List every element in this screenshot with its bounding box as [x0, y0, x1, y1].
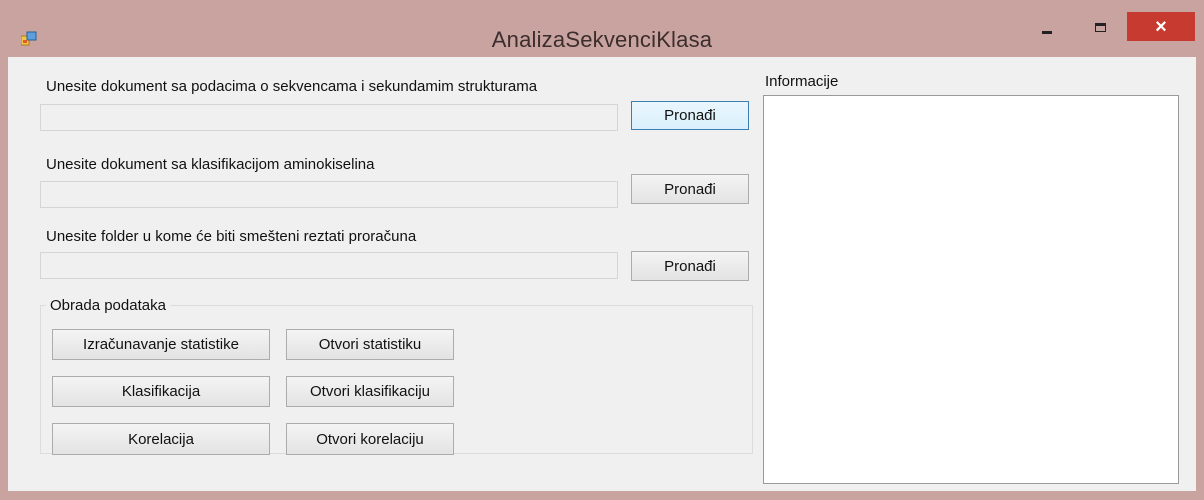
minimize-button[interactable]	[1029, 12, 1065, 42]
classification-file-input[interactable]	[40, 181, 618, 208]
classification-file-label: Unesite dokument sa klasifikacijom amino…	[46, 156, 375, 173]
open-statistics-button[interactable]: Otvori statistiku	[286, 329, 454, 360]
browse-folder-button[interactable]: Pronađi	[631, 251, 749, 281]
title-bar[interactable]: AnalizaSekvenciKlasa ×	[0, 0, 1204, 58]
browse-sequence-button[interactable]: Pronađi	[631, 101, 749, 130]
app-window: AnalizaSekvenciKlasa × Unesite dokument …	[0, 0, 1204, 500]
minimize-icon	[1042, 30, 1052, 34]
form-client-area: Unesite dokument sa podacima o sekvencam…	[8, 57, 1196, 491]
open-correlation-button[interactable]: Otvori korelaciju	[286, 423, 454, 455]
close-icon: ×	[1155, 15, 1167, 38]
window-title: AnalizaSekvenciKlasa	[491, 27, 713, 52]
results-folder-input[interactable]	[40, 252, 618, 279]
browse-classification-button[interactable]: Pronađi	[631, 174, 749, 204]
correlation-button[interactable]: Korelacija	[52, 423, 270, 455]
sequence-file-input[interactable]	[40, 104, 618, 131]
maximize-icon	[1094, 22, 1106, 32]
processing-groupbox-title: Obrada podataka	[46, 297, 170, 314]
sequence-file-label: Unesite dokument sa podacima o sekvencam…	[46, 78, 538, 95]
info-textarea[interactable]	[763, 95, 1179, 484]
results-folder-label: Unesite folder u kome će biti smešteni r…	[46, 228, 417, 245]
classification-button[interactable]: Klasifikacija	[52, 376, 270, 407]
close-button[interactable]: ×	[1127, 12, 1195, 41]
maximize-button[interactable]	[1082, 12, 1118, 42]
info-label: Informacije	[765, 73, 839, 90]
open-classification-button[interactable]: Otvori klasifikaciju	[286, 376, 454, 407]
calculate-statistics-button[interactable]: Izračunavanje statistike	[52, 329, 270, 360]
